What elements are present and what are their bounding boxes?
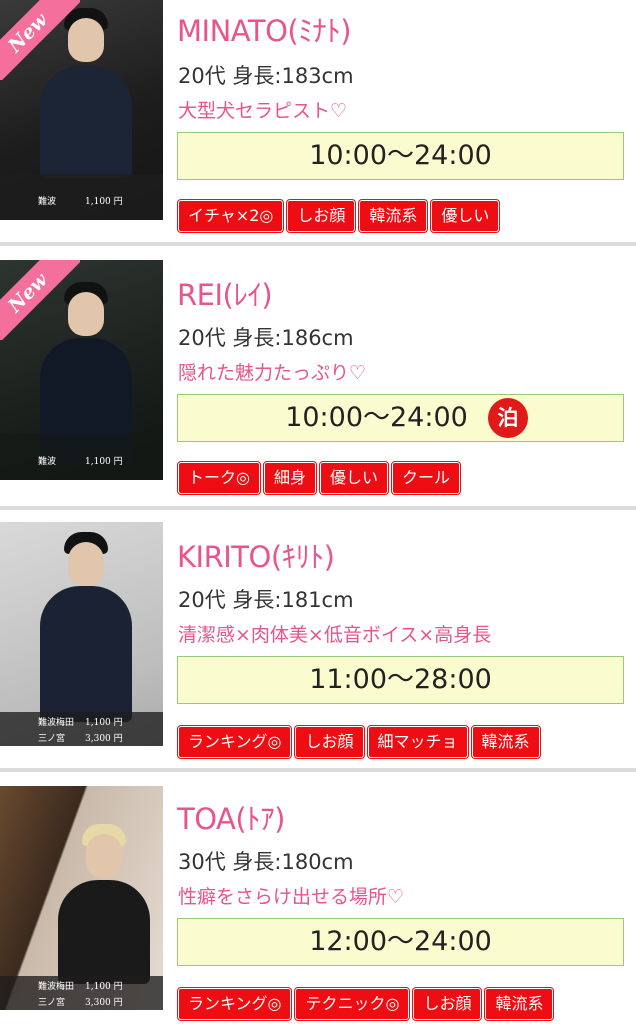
therapist-info: 30代 身長:180cm	[178, 850, 354, 874]
photo-figure	[30, 532, 140, 722]
photo-figure	[48, 824, 158, 984]
tag-list: ランキング◎ しお顔 細マッチョ 韓流系	[178, 726, 544, 758]
tag: しお顔	[413, 988, 482, 1020]
tag: イチャ×2◎	[178, 200, 284, 232]
therapist-info: 20代 身長:181cm	[178, 588, 354, 612]
tag-list: イチャ×2◎ しお顔 韓流系 優しい	[178, 200, 503, 232]
tag: ランキング◎	[178, 988, 292, 1020]
tag: 優しい	[431, 200, 500, 232]
therapist-photo[interactable]: New 難波 1,100 円	[0, 260, 163, 480]
price-value: 3,300 円	[85, 998, 123, 1008]
schedule-hours: 10:00〜24:00 泊	[177, 394, 624, 442]
therapist-card[interactable]: 難波梅田 1,100 円 三ノ宮 3,300 円 TOA(ﾄｱ) 30代 身長:…	[0, 782, 636, 1024]
tag: テクニック◎	[295, 988, 410, 1020]
new-ribbon: New	[0, 260, 80, 340]
hours-text: 12:00〜24:00	[309, 926, 492, 957]
tag: トーク◎	[178, 462, 260, 494]
therapist-catchphrase: 性癖をさらけ出せる場所♡	[178, 886, 405, 908]
therapist-name[interactable]: MINATO(ﾐﾅﾄ)	[177, 8, 352, 50]
tag: 韓流系	[485, 988, 554, 1020]
tag-list: ランキング◎ テクニック◎ しお顔 韓流系	[178, 988, 557, 1020]
tag: 細身	[263, 462, 316, 494]
overnight-badge: 泊	[488, 398, 528, 438]
price-value: 1,100 円	[85, 982, 123, 992]
tag: ランキング◎	[178, 726, 292, 758]
hours-text: 10:00〜24:00	[285, 402, 468, 433]
therapist-card[interactable]: New 難波 1,100 円 REI(ﾚｲ) 20代 身長:186cm 隠れた魅…	[0, 258, 636, 506]
hours-text: 11:00〜28:00	[309, 664, 492, 695]
price-station: 難波梅田	[38, 718, 75, 728]
therapist-info: 20代 身長:183cm	[178, 64, 354, 88]
card-divider	[0, 242, 636, 246]
price-value: 3,300 円	[85, 734, 123, 744]
therapist-card[interactable]: New 難波 1,100 円 MINATO(ﾐﾅﾄ) 20代 身長:183cm …	[0, 0, 636, 244]
tag: 細マッチョ	[367, 726, 468, 758]
price-station: 三ノ宮	[38, 998, 66, 1008]
tag-list: トーク◎ 細身 優しい クール	[178, 462, 464, 494]
hours-text: 10:00〜24:00	[309, 140, 492, 171]
price-value: 1,100 円	[85, 457, 123, 467]
card-divider	[0, 768, 636, 772]
price-station: 三ノ宮	[38, 734, 66, 744]
tag: しお顔	[295, 726, 364, 758]
price-station: 難波	[38, 457, 57, 467]
price-band: 難波 1,100 円	[0, 434, 163, 480]
price-band: 難波梅田 1,100 円 三ノ宮 3,300 円	[0, 712, 163, 746]
tag: 韓流系	[359, 200, 428, 232]
therapist-photo[interactable]: 難波梅田 1,100 円 三ノ宮 3,300 円	[0, 786, 163, 1010]
tag: 優しい	[319, 462, 388, 494]
therapist-name[interactable]: KIRITO(ｷﾘﾄ)	[177, 534, 335, 576]
therapist-photo[interactable]: 難波梅田 1,100 円 三ノ宮 3,300 円	[0, 522, 163, 746]
therapist-name[interactable]: TOA(ﾄｱ)	[177, 796, 286, 838]
therapist-catchphrase: 大型犬セラピスト♡	[178, 100, 348, 122]
schedule-hours: 10:00〜24:00	[177, 132, 624, 180]
therapist-card[interactable]: 難波梅田 1,100 円 三ノ宮 3,300 円 KIRITO(ｷﾘﾄ) 20代…	[0, 520, 636, 770]
price-value: 1,100 円	[85, 718, 123, 728]
schedule-hours: 12:00〜24:00	[177, 918, 624, 966]
price-band: 難波梅田 1,100 円 三ノ宮 3,300 円	[0, 976, 163, 1010]
price-station: 難波梅田	[38, 982, 75, 992]
therapist-catchphrase: 隠れた魅力たっぷり♡	[178, 362, 367, 384]
card-divider	[0, 506, 636, 510]
therapist-info: 20代 身長:186cm	[178, 326, 354, 350]
price-value: 1,100 円	[85, 197, 123, 207]
therapist-photo[interactable]: New 難波 1,100 円	[0, 0, 163, 220]
tag: しお顔	[287, 200, 356, 232]
therapist-catchphrase: 清潔感×肉体美×低音ボイス×高身長	[178, 624, 492, 646]
schedule-hours: 11:00〜28:00	[177, 656, 624, 704]
new-ribbon: New	[0, 0, 80, 80]
tag: クール	[392, 462, 461, 494]
therapist-name[interactable]: REI(ﾚｲ)	[177, 272, 273, 314]
price-station: 難波	[38, 197, 57, 207]
tag: 韓流系	[471, 726, 540, 758]
price-band: 難波 1,100 円	[0, 174, 163, 220]
